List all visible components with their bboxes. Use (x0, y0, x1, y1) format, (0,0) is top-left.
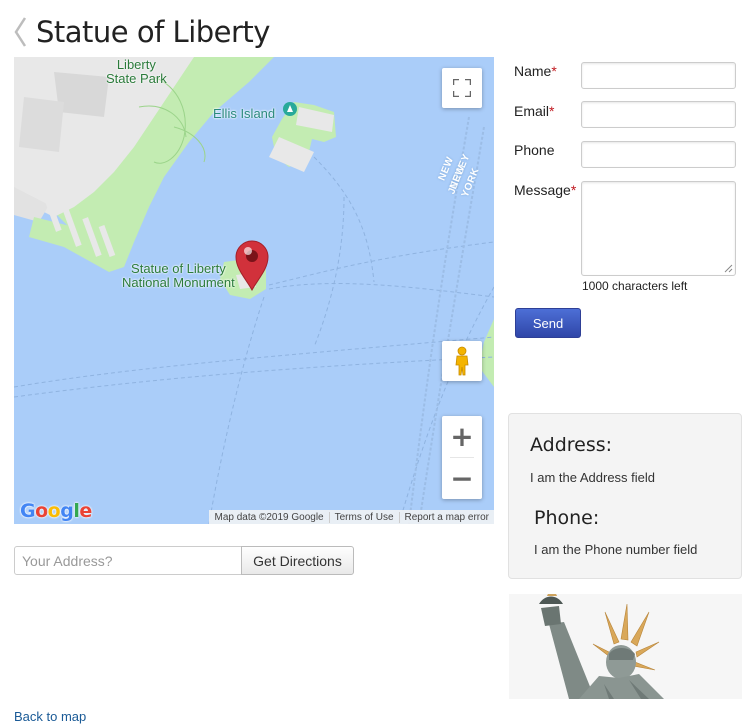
name-label: Name* (514, 63, 557, 79)
report-map-error-link[interactable]: Report a map error (398, 511, 494, 523)
map-label-statue-line2: National Monument (122, 275, 235, 290)
address-value: I am the Address field (530, 470, 656, 485)
fullscreen-button[interactable] (442, 68, 482, 108)
logo-letter: o (47, 500, 61, 522)
phone-value: I am the Phone number field (534, 542, 698, 557)
send-button[interactable]: Send (515, 308, 581, 338)
zoom-control: + − (442, 416, 482, 499)
name-field[interactable] (581, 62, 736, 89)
map-label-statue-monument: Statue of Liberty National Monument (122, 262, 235, 290)
map[interactable]: Liberty State Park Ellis Island Statue o… (14, 57, 494, 524)
resize-handle-icon[interactable] (723, 263, 733, 273)
required-mark: * (570, 182, 577, 198)
map-data-credit: Map data ©2019 Google (214, 511, 324, 523)
required-mark: * (551, 63, 557, 79)
map-attribution: Map data ©2019 Google Terms of Use Repor… (209, 510, 494, 524)
email-label-text: Email (514, 103, 550, 119)
map-label-liberty-line2: State Park (106, 71, 167, 86)
email-label: Email* (514, 103, 554, 119)
map-canvas[interactable] (14, 57, 494, 524)
phone-heading: Phone: (534, 507, 600, 529)
title-row: Statue of Liberty (10, 10, 270, 54)
zoom-out-button[interactable]: − (442, 458, 482, 499)
logo-letter: e (79, 500, 92, 522)
contact-info-box: Address: I am the Address field Phone: I… (508, 413, 742, 579)
address-input[interactable] (14, 546, 242, 575)
required-mark: * (549, 103, 555, 119)
street-view-button[interactable] (442, 341, 482, 381)
fullscreen-icon (453, 79, 471, 97)
zoom-in-button[interactable]: + (442, 416, 482, 457)
email-field[interactable] (581, 101, 736, 128)
logo-letter: G (20, 500, 36, 522)
get-directions-button[interactable]: Get Directions (241, 546, 354, 575)
statue-photo (509, 594, 742, 699)
logo-letter: g (60, 500, 74, 522)
map-label-liberty-state-park: Liberty State Park (106, 58, 167, 86)
google-logo[interactable]: Google (20, 500, 92, 522)
message-label-text: Message (514, 182, 571, 198)
terms-of-use-link[interactable]: Terms of Use (328, 511, 399, 523)
page-title: Statue of Liberty (36, 15, 270, 49)
address-heading: Address: (530, 434, 613, 456)
map-label-statue-line1: Statue of Liberty (131, 261, 226, 276)
landmark-poi-icon[interactable] (283, 102, 297, 116)
phone-label-text: Phone (514, 142, 555, 158)
back-to-map-link[interactable]: Back to map (14, 709, 86, 724)
characters-left-counter: 1000 characters left (582, 279, 688, 293)
name-label-text: Name (514, 63, 552, 79)
map-label-liberty-line1: Liberty (116, 57, 156, 72)
phone-field[interactable] (581, 141, 736, 168)
map-label-ellis-island: Ellis Island (213, 106, 276, 121)
message-field[interactable] (581, 181, 736, 276)
logo-letter: o (35, 500, 48, 522)
pegman-icon (455, 346, 469, 376)
message-label: Message* (514, 182, 576, 198)
chevron-left-icon[interactable] (10, 12, 32, 52)
statue-image (509, 594, 742, 699)
phone-label: Phone (514, 142, 554, 158)
